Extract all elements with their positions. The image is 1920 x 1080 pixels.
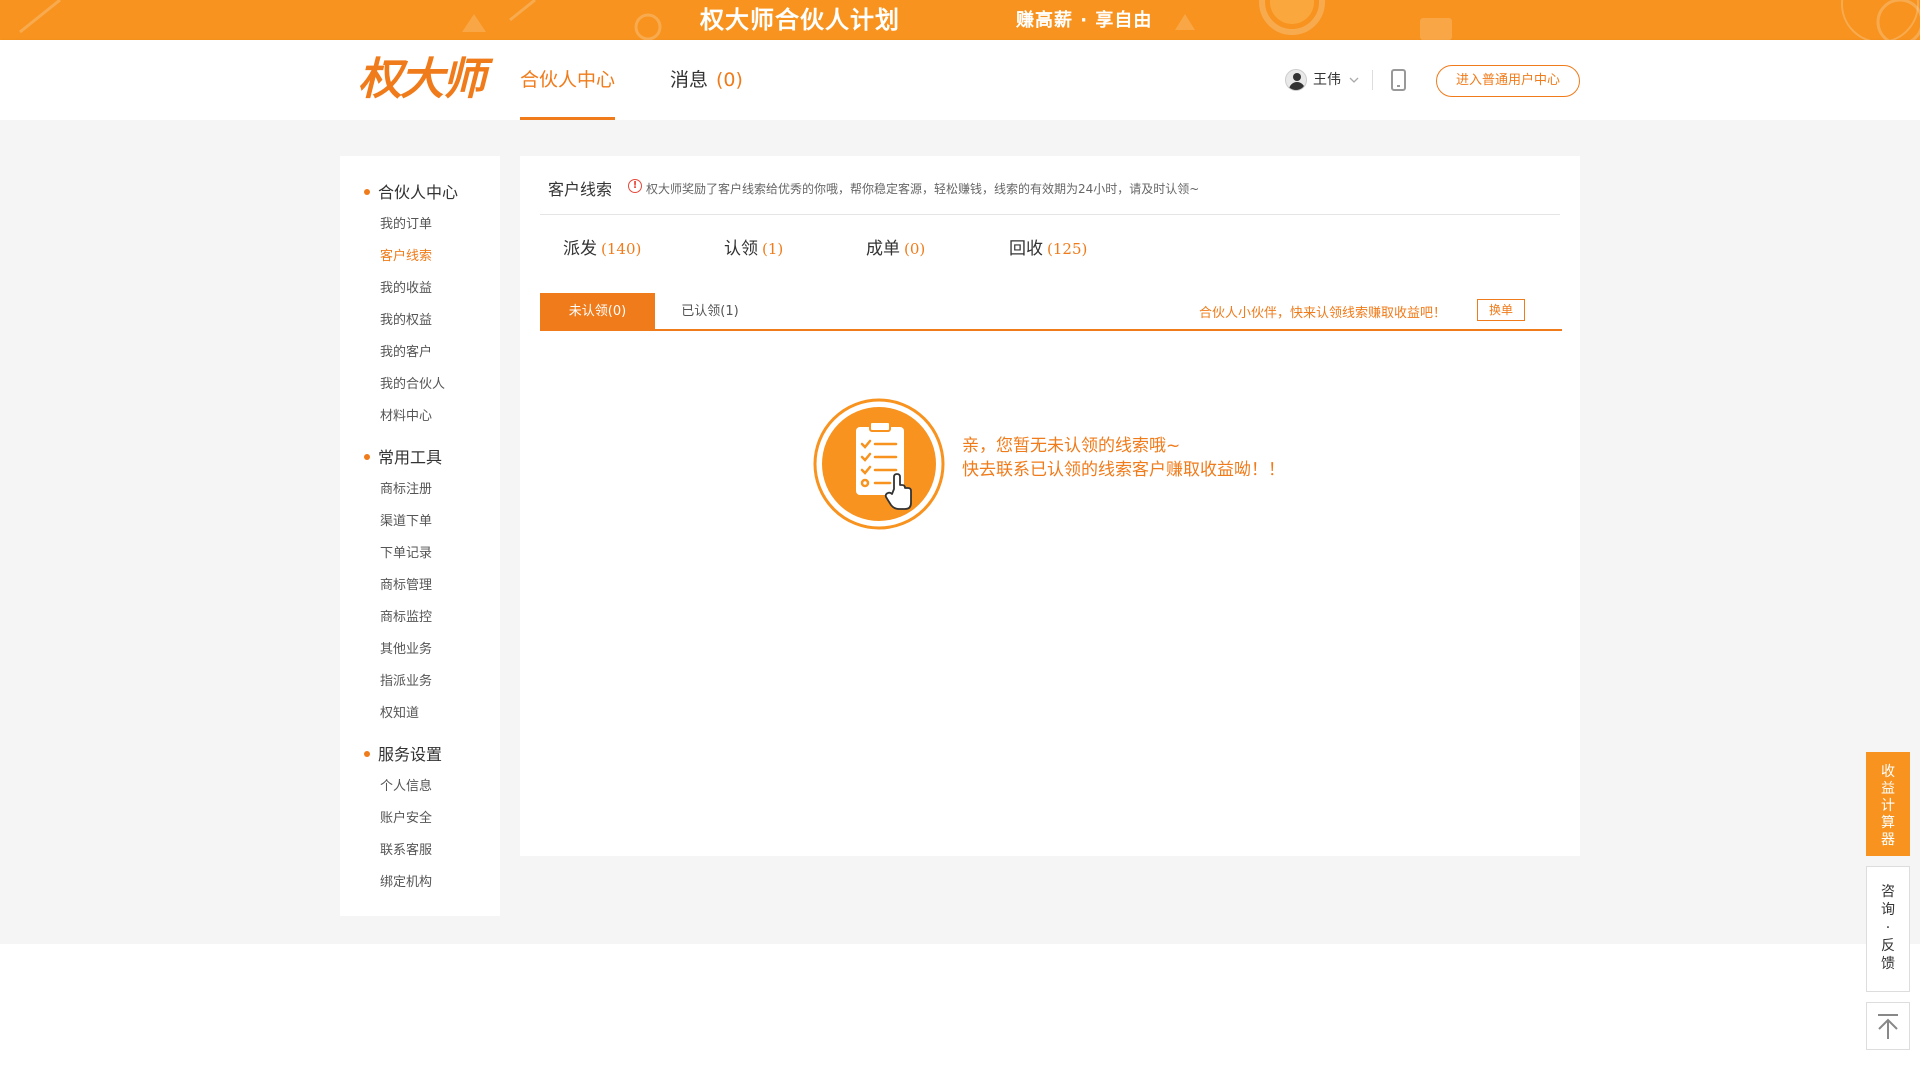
sidebar-item-contact-support[interactable]: 联系客服 (380, 839, 432, 858)
sidebar-section-title: 合伙人中心 (378, 183, 459, 202)
avatar (1285, 69, 1307, 91)
sidebar-item-channel-order[interactable]: 渠道下单 (380, 510, 432, 529)
vertical-char: · (1885, 920, 1891, 936)
vertical-char: 益 (1881, 781, 1895, 797)
back-to-top-icon (1878, 1014, 1898, 1039)
sidebar-section-service-settings: 服务设置 (364, 741, 442, 765)
top-header: 权大师 合伙人中心 消息 (0) 王伟 进入普通用户中心 (0, 40, 1920, 120)
vertical-char: 算 (1881, 815, 1895, 831)
nav-partner-center-label: 合伙人中心 (520, 69, 616, 91)
tab-claimed[interactable]: 已认领(1) (665, 293, 755, 330)
sidebar-item-other-business[interactable]: 其他业务 (380, 638, 432, 657)
bullet-dot-icon (364, 453, 370, 460)
nav-messages-count: (0) (716, 69, 743, 91)
empty-state-line2: 快去联系已认领的线索客户赚取收益呦！！ (962, 460, 1285, 480)
sidebar-item-order-records[interactable]: 下单记录 (380, 542, 432, 561)
promo-text: 合伙人小伙伴，快来认领线索赚取收益吧！ (1199, 306, 1447, 321)
stat-label: 认领 (724, 239, 758, 259)
stat-label: 派发 (563, 239, 597, 259)
vertical-char: 馈 (1881, 956, 1895, 972)
header-divider-line (540, 214, 1560, 215)
header-divider (1372, 70, 1373, 90)
mobile-phone-icon[interactable] (1391, 69, 1406, 91)
banner-decoration (19, 0, 1920, 40)
nav-partner-center[interactable]: 合伙人中心 (520, 40, 616, 120)
chevron-down-icon (1349, 66, 1359, 94)
stat-count: (125) (1047, 240, 1088, 258)
stat-label: 回收 (1009, 239, 1043, 259)
sidebar-item-materials[interactable]: 材料中心 (380, 405, 432, 424)
sidebar-section-partner-center: 合伙人中心 (364, 179, 458, 203)
vertical-char: 询 (1881, 902, 1895, 918)
stat-claimed[interactable]: 认领 (1) (724, 234, 783, 259)
sidebar-section-tools: 常用工具 (364, 444, 442, 468)
sidebar-item-assigned-business[interactable]: 指派业务 (380, 670, 432, 689)
enter-user-center-button[interactable]: 进入普通用户中心 (1436, 65, 1580, 97)
promo-banner: 权大师合伙人计划 赚高薪 · 享自由 (0, 0, 1920, 40)
nav-messages[interactable]: 消息 (0) (670, 40, 743, 120)
banner-slogan: 赚高薪 · 享自由 (1016, 10, 1153, 31)
stat-count: (0) (904, 240, 926, 258)
consult-feedback-button[interactable]: 咨 询 · 反 馈 (1866, 866, 1910, 992)
info-icon: ! (628, 179, 642, 193)
user-menu[interactable]: 王伟 (1285, 66, 1359, 94)
sidebar-item-customer-leads[interactable]: 客户线索 (380, 245, 432, 264)
stat-recycled[interactable]: 回收 (125) (1009, 234, 1087, 259)
sidebar-item-trademark-register[interactable]: 商标注册 (380, 478, 432, 497)
empty-state-line1: 亲，您暂无未认领的线索哦~ (962, 436, 1181, 456)
sidebar-item-my-rights[interactable]: 我的权益 (380, 309, 432, 328)
sidebar-item-trademark-monitor[interactable]: 商标监控 (380, 606, 432, 625)
bullet-dot-icon (364, 750, 370, 757)
leads-tip: 权大师奖励了客户线索给优秀的你哦，帮你稳定客源，轻松赚钱，线索的有效期为24小时… (646, 182, 1200, 196)
back-to-top-button[interactable] (1866, 1002, 1910, 1050)
sidebar-item-account-security[interactable]: 账户安全 (380, 807, 432, 826)
banner-title: 权大师合伙人计划 (700, 6, 900, 34)
sidebar-item-quan-zhidao[interactable]: 权知道 (380, 702, 419, 721)
stat-closed[interactable]: 成单 (0) (866, 234, 925, 259)
vertical-char: 计 (1881, 798, 1895, 814)
vertical-char: 反 (1881, 938, 1895, 954)
nav-messages-label: 消息 (670, 69, 709, 91)
stat-dispatched[interactable]: 派发 (140) (563, 234, 641, 259)
sidebar-item-my-orders[interactable]: 我的订单 (380, 213, 432, 232)
earnings-calculator-button[interactable]: 收 益 计 算 器 (1866, 752, 1910, 856)
tab-underline (540, 329, 1562, 331)
stat-label: 成单 (866, 239, 900, 259)
sidebar-section-title: 常用工具 (378, 448, 443, 467)
vertical-char: 收 (1881, 764, 1895, 780)
main-panel: 客户线索 ! 权大师奖励了客户线索给优秀的你哦，帮你稳定客源，轻松赚钱，线索的有… (520, 156, 1580, 856)
user-name: 王伟 (1313, 72, 1341, 88)
stat-count: (140) (601, 240, 642, 258)
sidebar-item-my-earnings[interactable]: 我的收益 (380, 277, 432, 296)
sidebar-item-bind-institution[interactable]: 绑定机构 (380, 871, 432, 890)
page-title: 客户线索 (548, 180, 613, 199)
brand-logo[interactable]: 权大师 (358, 50, 486, 110)
stat-count: (1) (762, 240, 784, 258)
sidebar-section-title: 服务设置 (378, 745, 443, 764)
sidebar-item-trademark-manage[interactable]: 商标管理 (380, 574, 432, 593)
sidebar-item-my-customers[interactable]: 我的客户 (380, 341, 432, 360)
vertical-char: 器 (1881, 832, 1895, 848)
empty-state-message: 亲，您暂无未认领的线索哦~ 快去联系已认领的线索客户赚取收益呦！！ (962, 434, 1285, 482)
bullet-dot-icon (364, 188, 370, 195)
clipboard-checklist-icon (813, 398, 945, 530)
sidebar-item-personal-info[interactable]: 个人信息 (380, 775, 432, 794)
switch-leads-button[interactable]: 换单 (1477, 299, 1525, 321)
sidebar: 合伙人中心 我的订单 客户线索 我的收益 我的权益 我的客户 我的合伙人 材料中… (340, 156, 500, 916)
vertical-char: 咨 (1881, 884, 1895, 900)
tab-unclaimed[interactable]: 未认领(0) (540, 293, 655, 330)
sidebar-item-my-partners[interactable]: 我的合伙人 (380, 373, 445, 392)
